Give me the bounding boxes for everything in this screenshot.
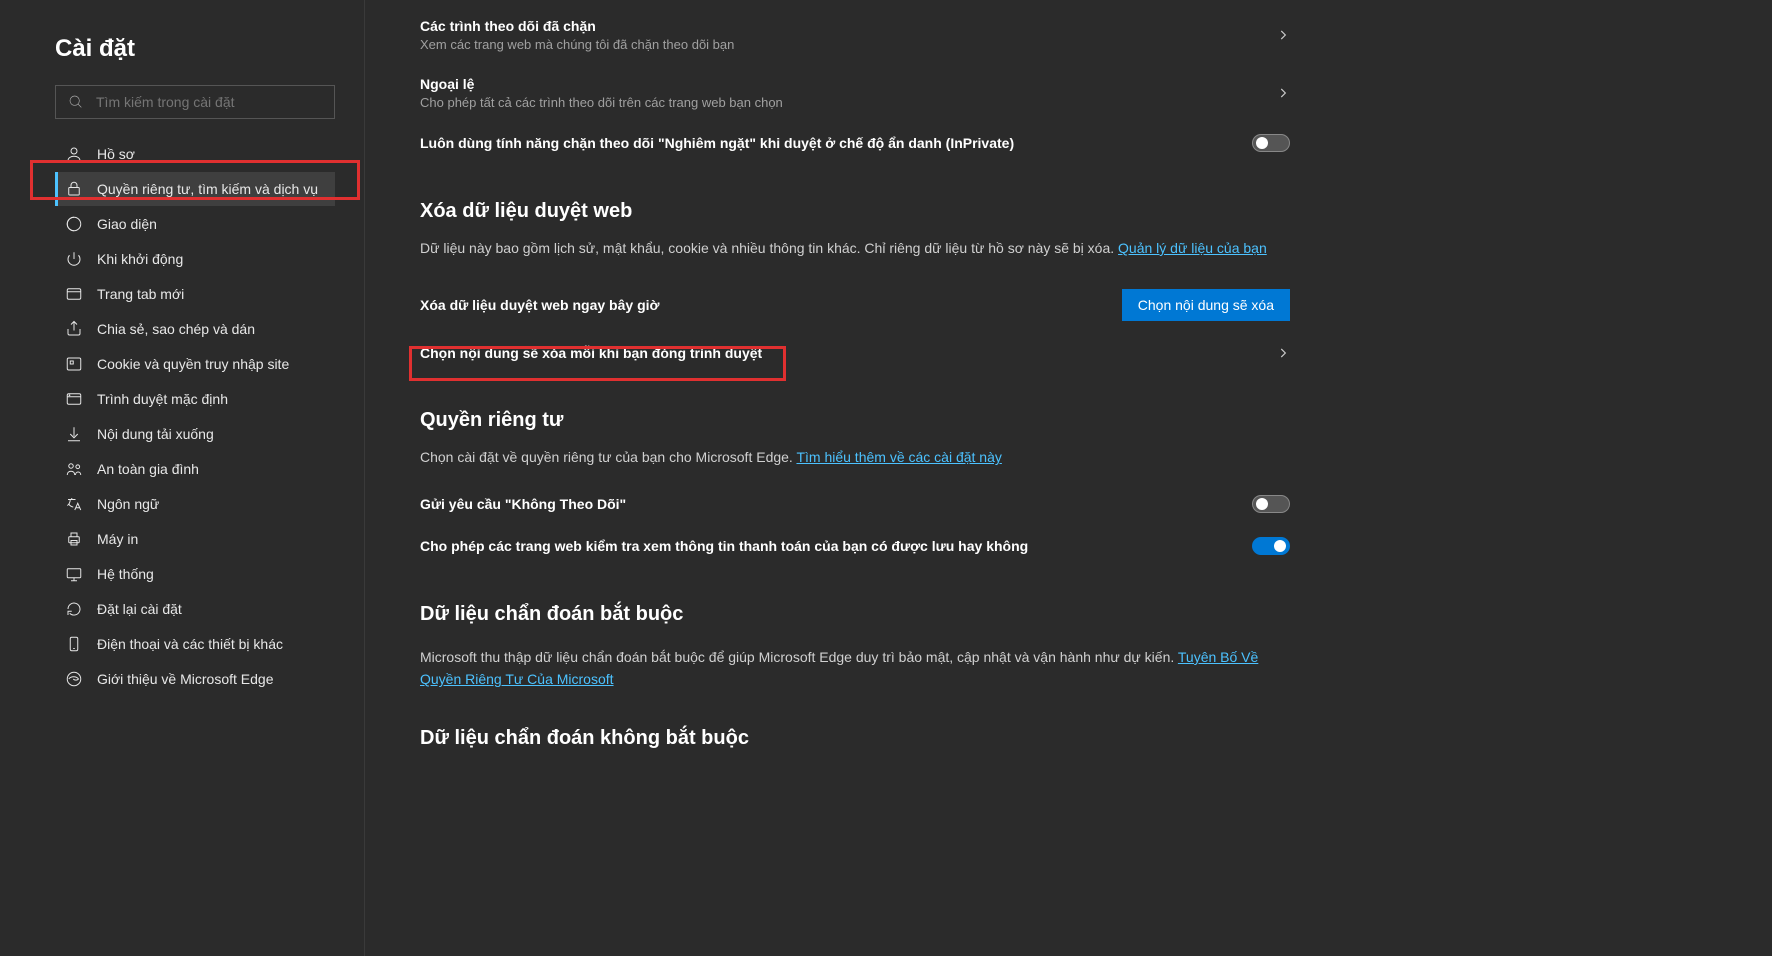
row-strict-inprivate: Luôn dùng tính năng chặn theo dõi "Nghiê… <box>420 122 1290 164</box>
edge-icon <box>65 670 83 688</box>
sidebar-item-share[interactable]: Chia sẻ, sao chép và dán <box>55 312 335 346</box>
row-title: Gửi yêu cầu "Không Theo Dõi" <box>420 496 626 512</box>
row-payment-check: Cho phép các trang web kiểm tra xem thôn… <box>420 525 1290 567</box>
choose-clear-button[interactable]: Chọn nội dung sẽ xóa <box>1122 289 1290 321</box>
sidebar-item-reset[interactable]: Đặt lại cài đặt <box>55 592 335 626</box>
sidebar-item-label: Cookie và quyền truy nhập site <box>97 356 289 372</box>
sidebar-item-label: Đặt lại cài đặt <box>97 601 182 617</box>
toggle-payment-check[interactable] <box>1252 537 1290 555</box>
sidebar-item-label: Hệ thống <box>97 566 154 582</box>
sidebar-item-profile[interactable]: Hồ sơ <box>55 137 335 171</box>
search-icon <box>68 94 84 110</box>
chevron-right-icon <box>1276 86 1290 100</box>
system-icon <box>65 565 83 583</box>
section-clear-data-title: Xóa dữ liệu duyệt web <box>420 200 1712 223</box>
sidebar-item-label: Trang tab mới <box>97 286 184 302</box>
cookies-icon <box>65 355 83 373</box>
toggle-strict-inprivate[interactable] <box>1252 134 1290 152</box>
phone-icon <box>65 635 83 653</box>
row-clear-on-close[interactable]: Chọn nội dung sẽ xóa mỗi khi bạn đóng tr… <box>420 333 1290 373</box>
sidebar-item-label: Giới thiệu về Microsoft Edge <box>97 671 273 687</box>
newtab-icon <box>65 285 83 303</box>
row-title: Luôn dùng tính năng chặn theo dõi "Nghiê… <box>420 135 1252 151</box>
sidebar-item-about[interactable]: Giới thiệu về Microsoft Edge <box>55 662 335 696</box>
row-blocked-trackers[interactable]: Các trình theo dõi đã chặn Xem các trang… <box>420 6 1290 64</box>
search-input[interactable] <box>96 94 322 110</box>
sidebar-item-appearance[interactable]: Giao diện <box>55 207 335 241</box>
manage-data-link[interactable]: Quản lý dữ liệu của bạn <box>1118 240 1267 256</box>
sidebar-item-default-browser[interactable]: Trình duyệt mặc định <box>55 382 335 416</box>
row-subtitle: Xem các trang web mà chúng tôi đã chặn t… <box>420 37 1276 52</box>
row-title: Chọn nội dung sẽ xóa mỗi khi bạn đóng tr… <box>420 345 762 361</box>
chevron-right-icon <box>1276 346 1290 360</box>
sidebar-item-privacy[interactable]: Quyền riêng tư, tìm kiếm và dịch vụ <box>55 172 335 206</box>
settings-sidebar: Cài đặt Hồ sơ Quyền riêng tư, tìm kiếm v… <box>0 0 365 956</box>
reset-icon <box>65 600 83 618</box>
sidebar-item-phone[interactable]: Điện thoại và các thiết bị khác <box>55 627 335 661</box>
section-privacy-desc: Chọn cài đặt về quyền riêng tư của bạn c… <box>420 446 1290 468</box>
browser-icon <box>65 390 83 408</box>
sidebar-item-label: Hồ sơ <box>97 146 135 162</box>
sidebar-item-label: Nội dung tải xuống <box>97 426 214 442</box>
sidebar-item-downloads[interactable]: Nội dung tải xuống <box>55 417 335 451</box>
section-privacy-title: Quyền riêng tư <box>420 409 1712 432</box>
power-icon <box>65 250 83 268</box>
row-clear-now: Xóa dữ liệu duyệt web ngay bây giờ Chọn … <box>420 277 1290 333</box>
section-diag-required-title: Dữ liệu chẩn đoán bắt buộc <box>420 603 1712 626</box>
language-icon <box>65 495 83 513</box>
download-icon <box>65 425 83 443</box>
sidebar-item-label: Giao diện <box>97 216 157 232</box>
sidebar-item-onstartup[interactable]: Khi khởi động <box>55 242 335 276</box>
sidebar-item-system[interactable]: Hệ thống <box>55 557 335 591</box>
row-title: Các trình theo dõi đã chặn <box>420 18 1276 34</box>
appearance-icon <box>65 215 83 233</box>
row-title: Xóa dữ liệu duyệt web ngay bây giờ <box>420 297 659 313</box>
sidebar-item-label: An toàn gia đình <box>97 461 199 477</box>
lock-icon <box>65 180 83 198</box>
section-diag-required-desc: Microsoft thu thập dữ liệu chẩn đoán bắt… <box>420 646 1290 691</box>
row-subtitle: Cho phép tất cả các trình theo dõi trên … <box>420 95 1276 110</box>
sidebar-item-family[interactable]: An toàn gia đình <box>55 452 335 486</box>
main-content: Các trình theo dõi đã chặn Xem các trang… <box>365 0 1772 956</box>
sidebar-item-newtab[interactable]: Trang tab mới <box>55 277 335 311</box>
chevron-right-icon <box>1276 28 1290 42</box>
sidebar-item-label: Chia sẻ, sao chép và dán <box>97 321 255 337</box>
row-title: Cho phép các trang web kiểm tra xem thôn… <box>420 538 1028 554</box>
printer-icon <box>65 530 83 548</box>
sidebar-item-printer[interactable]: Máy in <box>55 522 335 556</box>
sidebar-item-label: Ngôn ngữ <box>97 496 159 512</box>
toggle-dnt[interactable] <box>1252 495 1290 513</box>
sidebar-item-cookies[interactable]: Cookie và quyền truy nhập site <box>55 347 335 381</box>
sidebar-item-label: Máy in <box>97 531 138 547</box>
search-box[interactable] <box>55 85 335 119</box>
sidebar-item-label: Điện thoại và các thiết bị khác <box>97 636 283 652</box>
sidebar-item-label: Khi khởi động <box>97 251 183 267</box>
family-icon <box>65 460 83 478</box>
share-icon <box>65 320 83 338</box>
sidebar-item-label: Trình duyệt mặc định <box>97 391 228 407</box>
section-diag-optional-title: Dữ liệu chẩn đoán không bắt buộc <box>420 727 1712 750</box>
profile-icon <box>65 145 83 163</box>
sidebar-item-label: Quyền riêng tư, tìm kiếm và dịch vụ <box>97 181 318 197</box>
row-title: Ngoại lệ <box>420 76 1276 92</box>
learn-more-link[interactable]: Tìm hiểu thêm về các cài đặt này <box>796 449 1001 465</box>
section-clear-data-desc: Dữ liệu này bao gồm lịch sử, mật khẩu, c… <box>420 237 1290 259</box>
row-exceptions[interactable]: Ngoại lệ Cho phép tất cả các trình theo … <box>420 64 1290 122</box>
sidebar-item-language[interactable]: Ngôn ngữ <box>55 487 335 521</box>
sidebar-title: Cài đặt <box>55 35 344 63</box>
row-dnt: Gửi yêu cầu "Không Theo Dõi" <box>420 483 1290 525</box>
